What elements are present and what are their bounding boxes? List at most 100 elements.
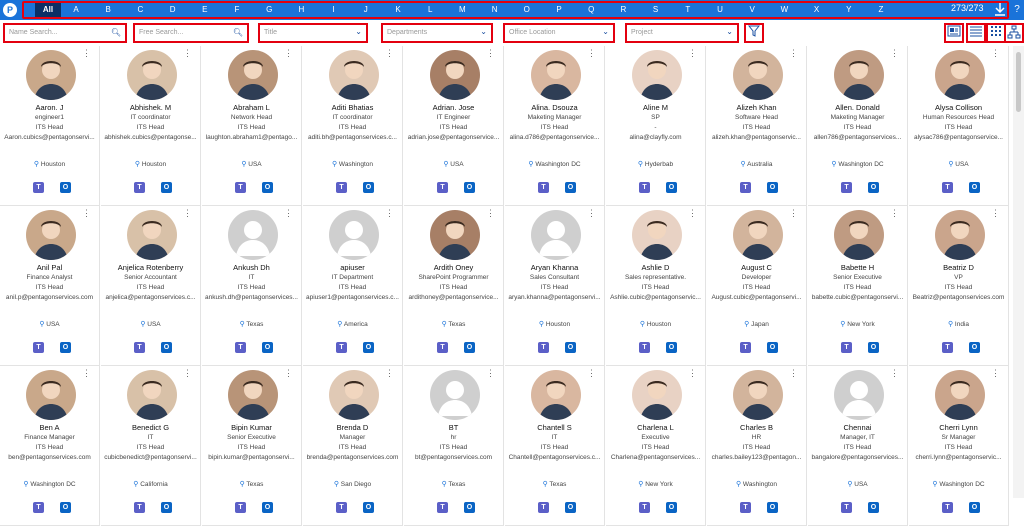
person-email[interactable]: bipin.kumar@pentagonservi... xyxy=(204,453,299,463)
more-options-icon[interactable]: ⋮ xyxy=(587,49,596,58)
person-card[interactable]: ⋮ Bipin Kumar Senior Executive ITS Head bipi… xyxy=(202,366,302,526)
letter-all[interactable]: All xyxy=(35,3,61,17)
more-options-icon[interactable]: ⋮ xyxy=(688,49,697,58)
person-name[interactable]: Brenda D xyxy=(305,423,400,433)
person-name[interactable]: Aditi Bhatias xyxy=(305,103,400,113)
outlook-icon[interactable]: O xyxy=(60,182,71,193)
teams-icon[interactable]: T xyxy=(538,342,549,353)
more-options-icon[interactable]: ⋮ xyxy=(789,209,798,218)
letter-j[interactable]: J xyxy=(358,3,374,17)
person-card[interactable]: ⋮ Aryan Khanna Sales Consultant ITS Head ary… xyxy=(505,206,605,366)
person-email[interactable]: charles.bailey123@pentagon... xyxy=(709,453,804,463)
person-card[interactable]: ⋮ Chennai Manager, IT ITS Head bangalore@pen… xyxy=(808,366,908,526)
more-options-icon[interactable]: ⋮ xyxy=(183,49,192,58)
letter-z[interactable]: Z xyxy=(873,3,889,17)
more-options-icon[interactable]: ⋮ xyxy=(991,49,1000,58)
teams-icon[interactable]: T xyxy=(639,182,650,193)
letter-k[interactable]: K xyxy=(390,3,406,17)
letter-o[interactable]: O xyxy=(519,3,535,17)
person-card[interactable]: ⋮ Ankush Dh IT ITS Head ankush.dh@pentagonse… xyxy=(202,206,302,366)
more-options-icon[interactable]: ⋮ xyxy=(82,49,91,58)
person-name[interactable]: BT xyxy=(406,423,501,433)
outlook-icon[interactable]: O xyxy=(262,182,273,193)
title-dropdown[interactable]: Title ⌄ xyxy=(258,23,368,43)
download-icon[interactable] xyxy=(992,2,1008,18)
outlook-icon[interactable]: O xyxy=(969,182,980,193)
outlook-icon[interactable]: O xyxy=(161,502,172,513)
more-options-icon[interactable]: ⋮ xyxy=(284,49,293,58)
letter-y[interactable]: Y xyxy=(841,3,857,17)
person-name[interactable]: Aaron. J xyxy=(2,103,97,113)
teams-icon[interactable]: T xyxy=(740,342,751,353)
person-email[interactable]: aryan.khanna@pentagonservi... xyxy=(507,293,602,303)
person-card[interactable]: ⋮ Aditi Bhatias IT coordinator ITS Head adit… xyxy=(303,46,403,206)
outlook-icon[interactable]: O xyxy=(262,342,273,353)
outlook-icon[interactable]: O xyxy=(161,182,172,193)
more-options-icon[interactable]: ⋮ xyxy=(284,369,293,378)
person-card[interactable]: ⋮ August C Developer ITS Head August.cubic@p… xyxy=(707,206,807,366)
person-name[interactable]: Charlena L xyxy=(608,423,703,433)
teams-icon[interactable]: T xyxy=(235,502,246,513)
person-card[interactable]: ⋮ Aline M SP - alina@clayfly.com ⚲ Hyderbab T O xyxy=(606,46,706,206)
letter-x[interactable]: X xyxy=(809,3,825,17)
teams-icon[interactable]: T xyxy=(134,502,145,513)
teams-icon[interactable]: T xyxy=(942,182,953,193)
outlook-icon[interactable]: O xyxy=(565,182,576,193)
more-options-icon[interactable]: ⋮ xyxy=(385,209,394,218)
outlook-icon[interactable]: O xyxy=(363,342,374,353)
teams-icon[interactable]: T xyxy=(740,502,751,513)
person-card[interactable]: ⋮ Alysa Collison Human Resources Head ITS H… xyxy=(909,46,1009,206)
letter-u[interactable]: U xyxy=(712,3,728,17)
teams-icon[interactable]: T xyxy=(740,182,751,193)
teams-icon[interactable]: T xyxy=(33,342,44,353)
letter-s[interactable]: S xyxy=(648,3,664,17)
person-card[interactable]: ⋮ Ben A Finance Manager ITS Head ben@pentago… xyxy=(0,366,100,526)
teams-icon[interactable]: T xyxy=(437,182,448,193)
teams-icon[interactable]: T xyxy=(942,502,953,513)
person-card[interactable]: ⋮ Ashlie D Sales representative. ITS Head As… xyxy=(606,206,706,366)
person-name[interactable]: Alysa Collison xyxy=(911,103,1006,113)
person-email[interactable]: babette.cubic@pentagonservi... xyxy=(810,293,905,303)
teams-icon[interactable]: T xyxy=(639,502,650,513)
person-email[interactable]: Charlena@pentagonservices... xyxy=(608,453,703,463)
help-icon[interactable]: ? xyxy=(1012,2,1022,18)
outlook-icon[interactable]: O xyxy=(969,342,980,353)
more-options-icon[interactable]: ⋮ xyxy=(385,369,394,378)
clear-filter-icon[interactable] xyxy=(744,23,764,43)
person-email[interactable]: anjelica@pentagonservices.c... xyxy=(103,293,198,303)
letter-m[interactable]: M xyxy=(454,3,470,17)
outlook-icon[interactable]: O xyxy=(60,342,71,353)
person-name[interactable]: Chantell S xyxy=(507,423,602,433)
person-card[interactable]: ⋮ Beatriz D VP ITS Head Beatriz@pentagonserv… xyxy=(909,206,1009,366)
person-card[interactable]: ⋮ Brenda D Manager ITS Head brenda@pentagons… xyxy=(303,366,403,526)
teams-icon[interactable]: T xyxy=(134,342,145,353)
person-name[interactable]: Babette H xyxy=(810,263,905,273)
more-options-icon[interactable]: ⋮ xyxy=(486,49,495,58)
person-name[interactable]: Ankush Dh xyxy=(204,263,299,273)
more-options-icon[interactable]: ⋮ xyxy=(789,369,798,378)
teams-icon[interactable]: T xyxy=(235,182,246,193)
letter-e[interactable]: E xyxy=(197,3,213,17)
person-email[interactable]: brenda@pentagonservices.com xyxy=(305,453,400,463)
person-email[interactable]: bt@pentagonservices.com xyxy=(406,453,501,463)
teams-icon[interactable]: T xyxy=(538,502,549,513)
person-name[interactable]: Chennai xyxy=(810,423,905,433)
more-options-icon[interactable]: ⋮ xyxy=(890,209,899,218)
more-options-icon[interactable]: ⋮ xyxy=(82,369,91,378)
outlook-icon[interactable]: O xyxy=(767,502,778,513)
letter-g[interactable]: G xyxy=(261,3,277,17)
more-options-icon[interactable]: ⋮ xyxy=(890,49,899,58)
letter-d[interactable]: D xyxy=(165,3,181,17)
person-name[interactable]: Ben A xyxy=(2,423,97,433)
list-view-icon[interactable] xyxy=(966,23,986,43)
person-email[interactable]: August.cubic@pentagonservi... xyxy=(709,293,804,303)
person-card[interactable]: ⋮ Benedict G IT ITS Head cubicbenedict@penta… xyxy=(101,366,201,526)
person-email[interactable]: Beatriz@pentagonservices.com xyxy=(911,293,1006,303)
outlook-icon[interactable]: O xyxy=(868,502,879,513)
outlook-icon[interactable]: O xyxy=(464,182,475,193)
letter-l[interactable]: L xyxy=(422,3,438,17)
teams-icon[interactable]: T xyxy=(437,502,448,513)
person-card[interactable]: ⋮ Anjelica Rotenberry Senior Accountant ITS… xyxy=(101,206,201,366)
departments-dropdown[interactable]: Departments ⌄ xyxy=(381,23,493,43)
letter-f[interactable]: F xyxy=(229,3,245,17)
